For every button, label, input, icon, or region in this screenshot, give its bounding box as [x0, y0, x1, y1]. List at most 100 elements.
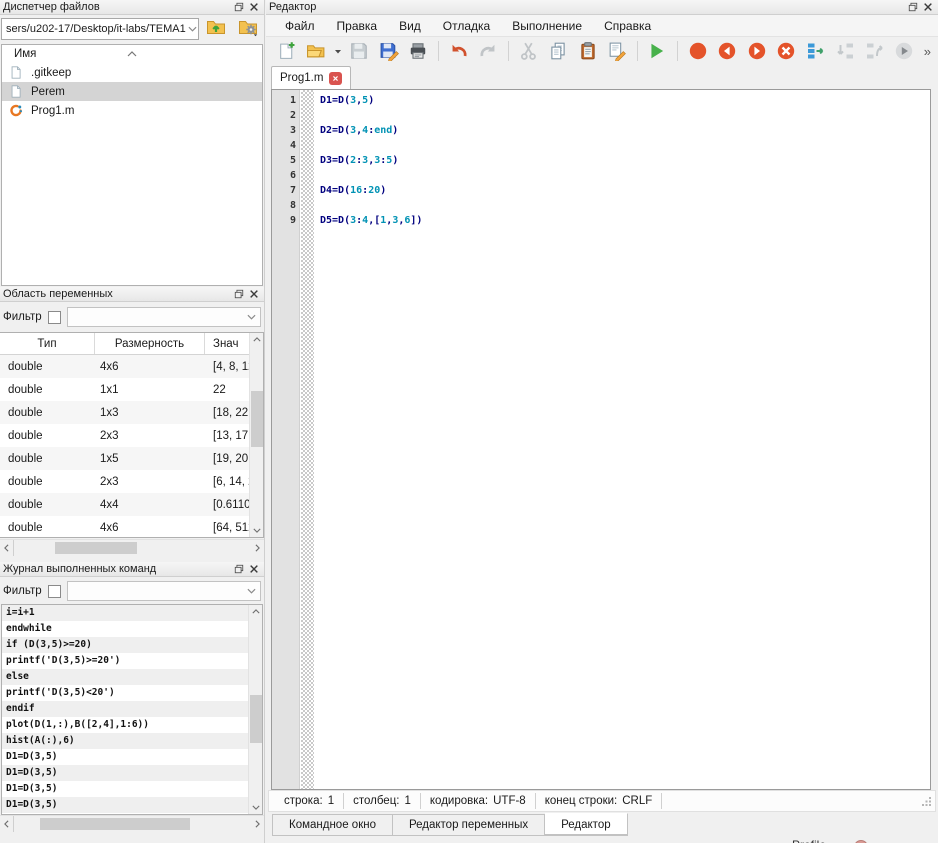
variable-row[interactable]: double2x3[6, 14, 26: [0, 470, 249, 493]
column-header-dimension[interactable]: Размерность: [95, 333, 205, 354]
history-item[interactable]: printf('D(3,5)>=20'): [2, 653, 249, 669]
copy-button[interactable]: [545, 39, 570, 63]
chevron-down-icon[interactable]: [186, 26, 199, 32]
variable-row[interactable]: double1x122: [0, 378, 249, 401]
scroll-right-icon[interactable]: [250, 816, 264, 832]
step-button[interactable]: [803, 39, 828, 63]
run-button[interactable]: [645, 39, 670, 63]
print-button[interactable]: [406, 39, 431, 63]
file-row[interactable]: .gitkeep: [2, 63, 262, 82]
filter-checkbox[interactable]: [48, 311, 61, 324]
undo-button[interactable]: [446, 39, 471, 63]
menu-item[interactable]: Выполнение: [501, 16, 593, 36]
history-item[interactable]: D1=D(3,5): [2, 797, 249, 813]
menu-item[interactable]: Файл: [274, 16, 326, 36]
history-item[interactable]: printf('D(3,5)<20'): [2, 685, 249, 701]
menu-item[interactable]: Отладка: [432, 16, 501, 36]
menu-item[interactable]: Вид: [388, 16, 432, 36]
code-line[interactable]: 3D2=D(3,4:end): [272, 123, 930, 138]
chevron-down-icon[interactable]: [244, 588, 258, 594]
prev-breakpoint-button[interactable]: [715, 39, 740, 63]
menu-item[interactable]: Справка: [593, 16, 662, 36]
scroll-right-icon[interactable]: [250, 540, 264, 556]
dock-tab-active[interactable]: Редактор: [545, 813, 628, 836]
code-line[interactable]: 7D4=D(16:20): [272, 183, 930, 198]
history-item[interactable]: endif: [2, 701, 249, 717]
current-directory-combobox[interactable]: sers/u202-17/Desktop/it-labs/TEMA1: [1, 18, 199, 40]
open-file-button[interactable]: [303, 39, 328, 63]
close-panel-icon[interactable]: [920, 1, 935, 14]
close-panel-icon[interactable]: [246, 1, 261, 14]
code-line[interactable]: 8: [272, 198, 930, 213]
history-item[interactable]: hist(A(:),6): [2, 733, 249, 749]
variables-vertical-scrollbar[interactable]: [249, 333, 263, 537]
scrollbar-thumb[interactable]: [251, 391, 263, 447]
variable-row[interactable]: double2x3[13, 17, 2: [0, 424, 249, 447]
folder-up-button[interactable]: [201, 17, 231, 41]
scroll-up-icon[interactable]: [249, 605, 263, 618]
code-line[interactable]: 4: [272, 138, 930, 153]
history-item[interactable]: else: [2, 669, 249, 685]
save-button[interactable]: [347, 39, 372, 63]
code-line[interactable]: 9D5=D(3:4,[1,3,6]): [272, 213, 930, 228]
scrollbar-thumb[interactable]: [40, 818, 190, 830]
find-button[interactable]: [604, 39, 629, 63]
code-line[interactable]: 1D1=D(3,5): [272, 93, 930, 108]
history-item[interactable]: i=i+1: [2, 605, 249, 621]
variable-row[interactable]: double1x3[18, 22, 2: [0, 401, 249, 424]
history-horizontal-scrollbar[interactable]: [0, 815, 264, 831]
filter-combobox[interactable]: [67, 581, 261, 601]
variable-row[interactable]: double1x5[19, 20, 2: [0, 447, 249, 470]
paste-button[interactable]: [575, 39, 600, 63]
history-item[interactable]: if (D(3,5)>=20): [2, 637, 249, 653]
close-panel-icon[interactable]: [246, 563, 261, 576]
float-panel-icon[interactable]: [905, 1, 920, 14]
next-breakpoint-button[interactable]: [744, 39, 769, 63]
scroll-down-icon[interactable]: [249, 801, 263, 814]
scrollbar-thumb[interactable]: [250, 695, 262, 743]
resize-grip-icon[interactable]: [921, 796, 932, 807]
code-line[interactable]: 2: [272, 108, 930, 123]
scroll-down-icon[interactable]: [250, 524, 264, 537]
history-item[interactable]: endwhile: [2, 621, 249, 637]
variables-horizontal-scrollbar[interactable]: [0, 539, 264, 555]
continue-button[interactable]: [891, 39, 916, 63]
new-script-button[interactable]: [274, 39, 299, 63]
float-panel-icon[interactable]: [231, 563, 246, 576]
menu-item[interactable]: Правка: [326, 16, 389, 36]
open-dropdown-button[interactable]: [333, 39, 343, 63]
folder-actions-button[interactable]: [233, 17, 263, 41]
file-row[interactable]: Perem: [2, 82, 262, 101]
scroll-left-icon[interactable]: [0, 540, 14, 556]
file-row[interactable]: Prog1.m: [2, 101, 262, 120]
float-panel-icon[interactable]: [231, 1, 246, 14]
column-header-value[interactable]: Знач: [205, 333, 249, 354]
history-item[interactable]: D1=D(3,5): [2, 749, 249, 765]
close-panel-icon[interactable]: [246, 288, 261, 301]
history-item[interactable]: D1=D(3,5): [2, 781, 249, 797]
step-out-button[interactable]: [862, 39, 887, 63]
dock-tab-inactive[interactable]: Командное окно: [272, 814, 393, 836]
history-item[interactable]: plot(D(1,:),B([2,4],1:6)): [2, 717, 249, 733]
scroll-left-icon[interactable]: [0, 816, 14, 832]
save-as-button[interactable]: [376, 39, 401, 63]
filter-combobox[interactable]: [67, 307, 261, 327]
redo-button[interactable]: [476, 39, 501, 63]
history-vertical-scrollbar[interactable]: [248, 605, 262, 814]
scroll-up-icon[interactable]: [250, 333, 264, 346]
filter-checkbox[interactable]: [48, 585, 61, 598]
remove-breakpoints-button[interactable]: [774, 39, 799, 63]
history-item[interactable]: D1=D(3,5): [2, 765, 249, 781]
column-header-type[interactable]: Тип: [0, 333, 95, 354]
code-line[interactable]: 5D3=D(2:3,3:5): [272, 153, 930, 168]
toolbar-overflow-icon[interactable]: »: [921, 44, 934, 59]
variable-row[interactable]: double4x4[0.6110,: [0, 493, 249, 516]
float-panel-icon[interactable]: [231, 288, 246, 301]
code-editor[interactable]: 1D1=D(3,5)23D2=D(3,4:end)45D3=D(2:3,3:5)…: [271, 89, 931, 790]
scrollbar-thumb[interactable]: [55, 542, 137, 554]
toggle-breakpoint-button[interactable]: [685, 39, 710, 63]
close-tab-icon[interactable]: [329, 72, 342, 85]
chevron-down-icon[interactable]: [244, 314, 258, 320]
sort-ascending-icon[interactable]: [127, 46, 137, 60]
step-in-button[interactable]: [832, 39, 857, 63]
